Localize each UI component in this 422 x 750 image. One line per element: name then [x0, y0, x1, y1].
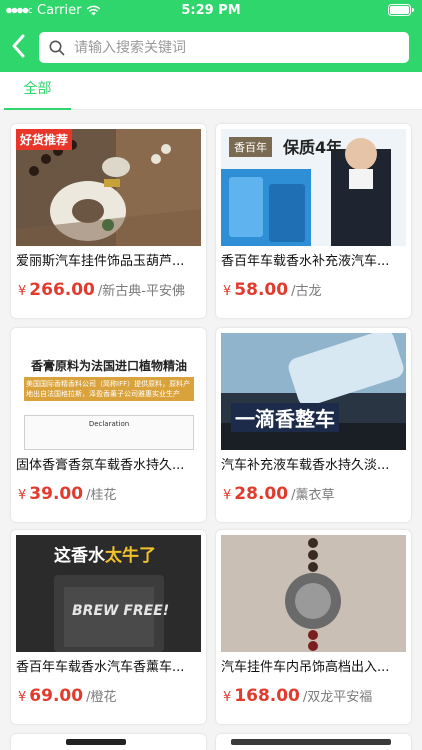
search-box[interactable] — [39, 32, 409, 63]
status-bar: Carrier 5:29 PM — [0, 0, 422, 21]
image-headline: 香膏原料为法国进口植物精油 — [30, 359, 187, 373]
image-subtext: 美国国际香精香料公司（简称IFF）提供原料，原料产地出自法国格拉斯，泽盈香薰子公… — [24, 377, 194, 401]
price-row: ¥ 69.00 /橙花 — [18, 686, 116, 706]
product-image: 好货推荐 — [16, 129, 201, 246]
currency-symbol: ¥ — [223, 488, 232, 503]
currency-symbol: ¥ — [223, 284, 232, 299]
product-card[interactable]: 好货推荐 爱丽斯汽车挂件饰品玉葫芦... ¥ 266.00 /新古典-平安佛 — [11, 124, 206, 318]
headline-part-a: 这香水 — [54, 546, 105, 566]
product-image — [221, 739, 406, 750]
product-card[interactable]: 香膏原料为法国进口植物精油 美国国际香精香料公司（简称IFF）提供原料，原料产地… — [11, 328, 206, 522]
product-variant: /橙花 — [86, 690, 117, 705]
currency-symbol: ¥ — [18, 284, 27, 299]
product-title: 汽车补充液车载香水持久淡... — [221, 458, 390, 473]
price-row: ¥ 28.00 /薰衣草 — [223, 484, 334, 504]
product-card[interactable]: 这香水太牛了 BREW FREE! 香百年车载香水汽车香薰车... ¥ 69.0… — [11, 530, 206, 724]
product-price: 69.00 — [29, 686, 84, 706]
tab-bar: 全部 — [0, 72, 422, 110]
product-title: 香百年车载香水补充液汽车... — [221, 254, 390, 269]
currency-symbol: ¥ — [223, 690, 232, 705]
product-price: 168.00 — [234, 686, 300, 706]
search-icon — [49, 40, 65, 55]
product-title: 汽车挂件车内吊饰高档出入... — [221, 660, 390, 675]
product-price: 266.00 — [29, 280, 95, 300]
status-time: 5:29 PM — [181, 3, 241, 18]
product-card[interactable]: 一滴香整车 汽车补充液车载香水持久淡... ¥ 28.00 /薰衣草 — [216, 328, 411, 522]
product-card[interactable]: 汽车挂件车内吊饰高档出入... ¥ 168.00 /双龙平安福 — [216, 530, 411, 724]
product-image — [221, 535, 406, 652]
recommend-badge: 好货推荐 — [16, 129, 73, 150]
tab-all[interactable]: 全部 — [4, 72, 71, 110]
product-price: 39.00 — [29, 484, 84, 504]
search-input[interactable] — [74, 39, 394, 56]
product-image — [16, 739, 201, 750]
image-headline: 这香水太牛了 — [54, 541, 156, 566]
slogan-text: 保质4年 — [283, 138, 343, 157]
price-row: ¥ 266.00 /新古典-平安佛 — [18, 280, 185, 300]
product-variant: /古龙 — [291, 284, 322, 299]
car-hanging-charm-picture — [221, 535, 406, 652]
tab-all-label: 全部 — [23, 81, 52, 97]
product-image: 香膏原料为法国进口植物精油 美国国际香精香料公司（简称IFF）提供原料，原料产地… — [16, 333, 201, 450]
back-button[interactable] — [6, 33, 30, 59]
product-variant: /新古典-平安佛 — [97, 284, 185, 299]
price-row: ¥ 58.00 /古龙 — [223, 280, 321, 300]
nav-bar — [0, 21, 422, 72]
product-title: 爱丽斯汽车挂件饰品玉葫芦... — [16, 254, 185, 269]
product-title: 固体香膏香氛车载香水持久... — [16, 458, 185, 473]
currency-symbol: ¥ — [18, 690, 27, 705]
product-image: 这香水太牛了 BREW FREE! — [16, 535, 201, 652]
product-image-fragment — [231, 739, 391, 745]
product-card[interactable] — [11, 734, 206, 750]
chevron-left-icon — [12, 34, 25, 58]
product-variant: /桂花 — [86, 488, 117, 503]
brand-logo: 香百年 — [229, 137, 272, 157]
document-title: Declaration — [88, 420, 130, 428]
image-banner: 一滴香整车 — [231, 403, 339, 432]
battery-icon — [388, 4, 414, 20]
product-variant: /双龙平安福 — [302, 690, 373, 705]
can-label: BREW FREE! — [72, 603, 170, 619]
product-title: 香百年车载香水汽车香薰车... — [16, 660, 185, 675]
price-row: ¥ 168.00 /双龙平安福 — [223, 686, 372, 706]
product-image: 一滴香整车 — [221, 333, 406, 450]
tab-active-indicator — [4, 108, 71, 110]
headline-part-b: 太牛了 — [105, 546, 156, 566]
document-preview: Declaration — [24, 415, 194, 450]
price-row: ¥ 39.00 /桂花 — [18, 484, 116, 504]
product-image-fragment — [66, 739, 126, 745]
currency-symbol: ¥ — [18, 488, 27, 503]
product-price: 28.00 — [234, 484, 289, 504]
product-card[interactable] — [216, 734, 411, 750]
product-price: 58.00 — [234, 280, 289, 300]
product-variant: /薰衣草 — [291, 488, 335, 503]
refill-bottle-picture — [221, 333, 406, 450]
product-card[interactable]: 香百年 保质4年 香百年车载香水补充液汽车... ¥ 58.00 /古龙 — [216, 124, 411, 318]
product-image: 香百年 保质4年 — [221, 129, 406, 246]
